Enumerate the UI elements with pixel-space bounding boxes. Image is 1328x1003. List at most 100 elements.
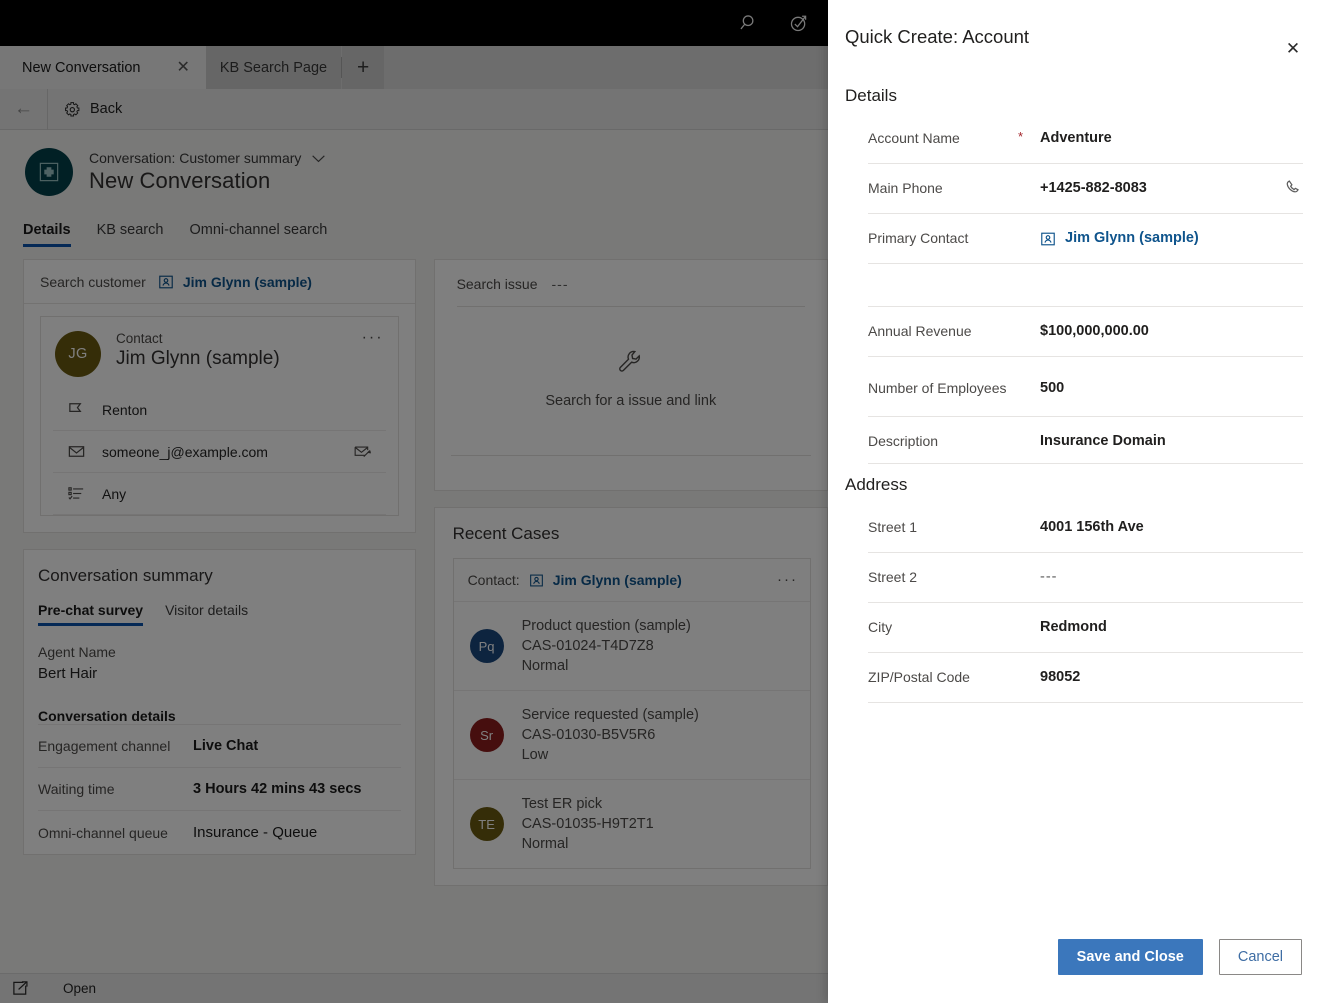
more-options-icon[interactable]: ··· [362,329,384,347]
recent-cases-card: Recent Cases Contact: [434,507,828,886]
recent-cases-list: Contact: Jim Glynn (sample) ··· [453,558,811,869]
add-tab-button[interactable]: + [342,46,384,89]
record-page: Conversation: Customer summary New Conve… [0,130,828,973]
record-subtitle[interactable]: Conversation: Customer summary [89,150,326,166]
search-icon[interactable] [738,12,760,34]
list-item[interactable]: Sr Service requested (sample) CAS-01030-… [454,690,810,779]
street-1-value: 4001 156th Ave [1040,516,1303,537]
list-item[interactable]: TE Test ER pick CAS-01035-H9T2T1 Normal [454,779,810,868]
contact-detail-row-preference: Any [53,473,386,515]
zip-postal-code-value: 98052 [1040,666,1303,687]
open-popout-icon[interactable] [12,980,29,997]
field-number-of-employees[interactable]: Number of Employees 500 [868,357,1303,417]
phone-icon[interactable] [1281,177,1303,197]
cancel-button[interactable]: Cancel [1219,939,1302,975]
case-title: Test ER pick [522,796,654,812]
field-main-phone[interactable]: Main Phone +1425-882-8083 [868,164,1303,214]
field-label: Annual Revenue [868,320,1018,341]
field-label: Main Phone [868,177,1018,198]
case-number: CAS-01024-T4D7Z8 [522,638,691,654]
case-title: Service requested (sample) [522,707,699,723]
left-column: Search customer Jim Glynn (sample) [23,259,416,886]
status-bar: Open [0,973,828,1003]
close-icon[interactable]: ✕ [1278,34,1308,64]
field-street-1[interactable]: Street 1 4001 156th Ave [868,503,1303,553]
command-bar: ← Back [0,89,828,130]
customer-summary-card: Search customer Jim Glynn (sample) [23,259,416,533]
number-of-employees-value: 500 [1040,377,1303,398]
field-primary-contact[interactable]: Primary Contact Jim Glynn (sample) [868,214,1303,264]
send-email-icon[interactable] [353,442,372,461]
screen: New Conversation ✕ KB Search Page + ← [0,0,1328,1003]
save-and-close-button[interactable]: Save and Close [1058,939,1203,975]
omni-channel-queue-value: Insurance - Queue [193,824,317,841]
avatar: JG [55,331,101,377]
contact-card-header: JG Contact Jim Glynn (sample) ··· [41,317,398,389]
tab-omni-channel-search[interactable]: Omni-channel search [189,222,327,247]
case-title: Product question (sample) [522,618,691,634]
details-section-heading: Details [845,64,1303,114]
wrench-icon [616,347,646,377]
field-street-2[interactable]: Street 2 --- [868,553,1303,603]
record-subtitle-label: Conversation: Customer summary [89,150,301,166]
search-customer-row[interactable]: Search customer Jim Glynn (sample) [24,260,415,304]
contact-card-icon [1040,231,1056,247]
field-blank [868,264,1303,307]
avatar: Pq [470,629,504,663]
field-city[interactable]: City Redmond [868,603,1303,653]
engagement-channel-value: Live Chat [193,738,258,754]
field-label: Street 1 [868,516,1018,537]
productivity-pane-icon[interactable] [788,12,810,34]
contact-email-value: someone_j@example.com [102,444,268,460]
issue-card: Search issue --- Search for a [434,259,828,491]
search-customer-value[interactable]: Jim Glynn (sample) [158,274,312,290]
more-options-icon[interactable]: ··· [777,571,798,588]
contact-location-value: Renton [102,402,147,418]
primary-contact-value[interactable]: Jim Glynn (sample) [1040,227,1303,248]
issue-card-footer [435,456,827,490]
field-annual-revenue[interactable]: Annual Revenue $100,000,000.00 [868,307,1303,357]
contact-detail-row-location: Renton [53,389,386,431]
contact-card-icon [529,573,544,588]
street-2-value: --- [1040,566,1303,587]
field-description[interactable]: Description Insurance Domain [868,417,1303,464]
tab-visitor-details[interactable]: Visitor details [165,602,248,626]
close-icon[interactable]: ✕ [176,60,189,76]
session-tab-kb-search-page[interactable]: KB Search Page [206,46,341,89]
engagement-channel-label: Engagement channel [38,738,193,754]
tab-pre-chat-survey[interactable]: Pre-chat survey [38,602,143,626]
recent-cases-contact-value: Jim Glynn (sample) [553,572,682,588]
recent-cases-contact-row[interactable]: Contact: Jim Glynn (sample) ··· [454,559,810,601]
field-zip-postal-code[interactable]: ZIP/Postal Code 98052 [868,653,1303,703]
issue-empty-text: Search for a issue and link [545,393,716,409]
conversation-summary-tabs: Pre-chat survey Visitor details [24,586,415,626]
list-item[interactable]: Pq Product question (sample) CAS-01024-T… [454,601,810,690]
contact-name: Jim Glynn (sample) [116,348,280,370]
tab-details[interactable]: Details [23,222,71,247]
tab-strip-filler [384,46,828,89]
recent-cases-title: Recent Cases [435,508,827,544]
waiting-time-label: Waiting time [38,781,193,797]
recent-cases-contact-label: Contact: [468,572,520,588]
conversation-detail-row: Engagement channel Live Chat [38,724,401,767]
settings-gear-icon [64,101,81,118]
search-issue-row[interactable]: Search issue --- [435,260,827,306]
back-button[interactable]: Back [48,89,138,130]
tab-kb-search[interactable]: KB search [97,222,164,247]
conversation-icon [25,148,73,196]
annual-revenue-value: $100,000,000.00 [1040,320,1303,341]
chevron-down-icon[interactable] [311,154,326,163]
avatar: Sr [470,718,504,752]
field-account-name[interactable]: Account Name * Adventure [868,114,1303,164]
session-tab-new-conversation[interactable]: New Conversation ✕ [0,46,206,89]
back-arrow-icon[interactable]: ← [0,89,48,130]
description-value: Insurance Domain [1040,430,1303,451]
page-title: New Conversation [89,168,326,194]
session-tab-strip: New Conversation ✕ KB Search Page + [0,46,828,89]
case-priority: Low [522,747,699,763]
case-priority: Normal [522,658,691,674]
quick-create-body: Details Account Name * Adventure Main Ph… [828,64,1328,939]
quick-create-header: Quick Create: Account ✕ [828,0,1328,64]
record-header: Conversation: Customer summary New Conve… [0,130,828,196]
avatar: TE [470,807,504,841]
